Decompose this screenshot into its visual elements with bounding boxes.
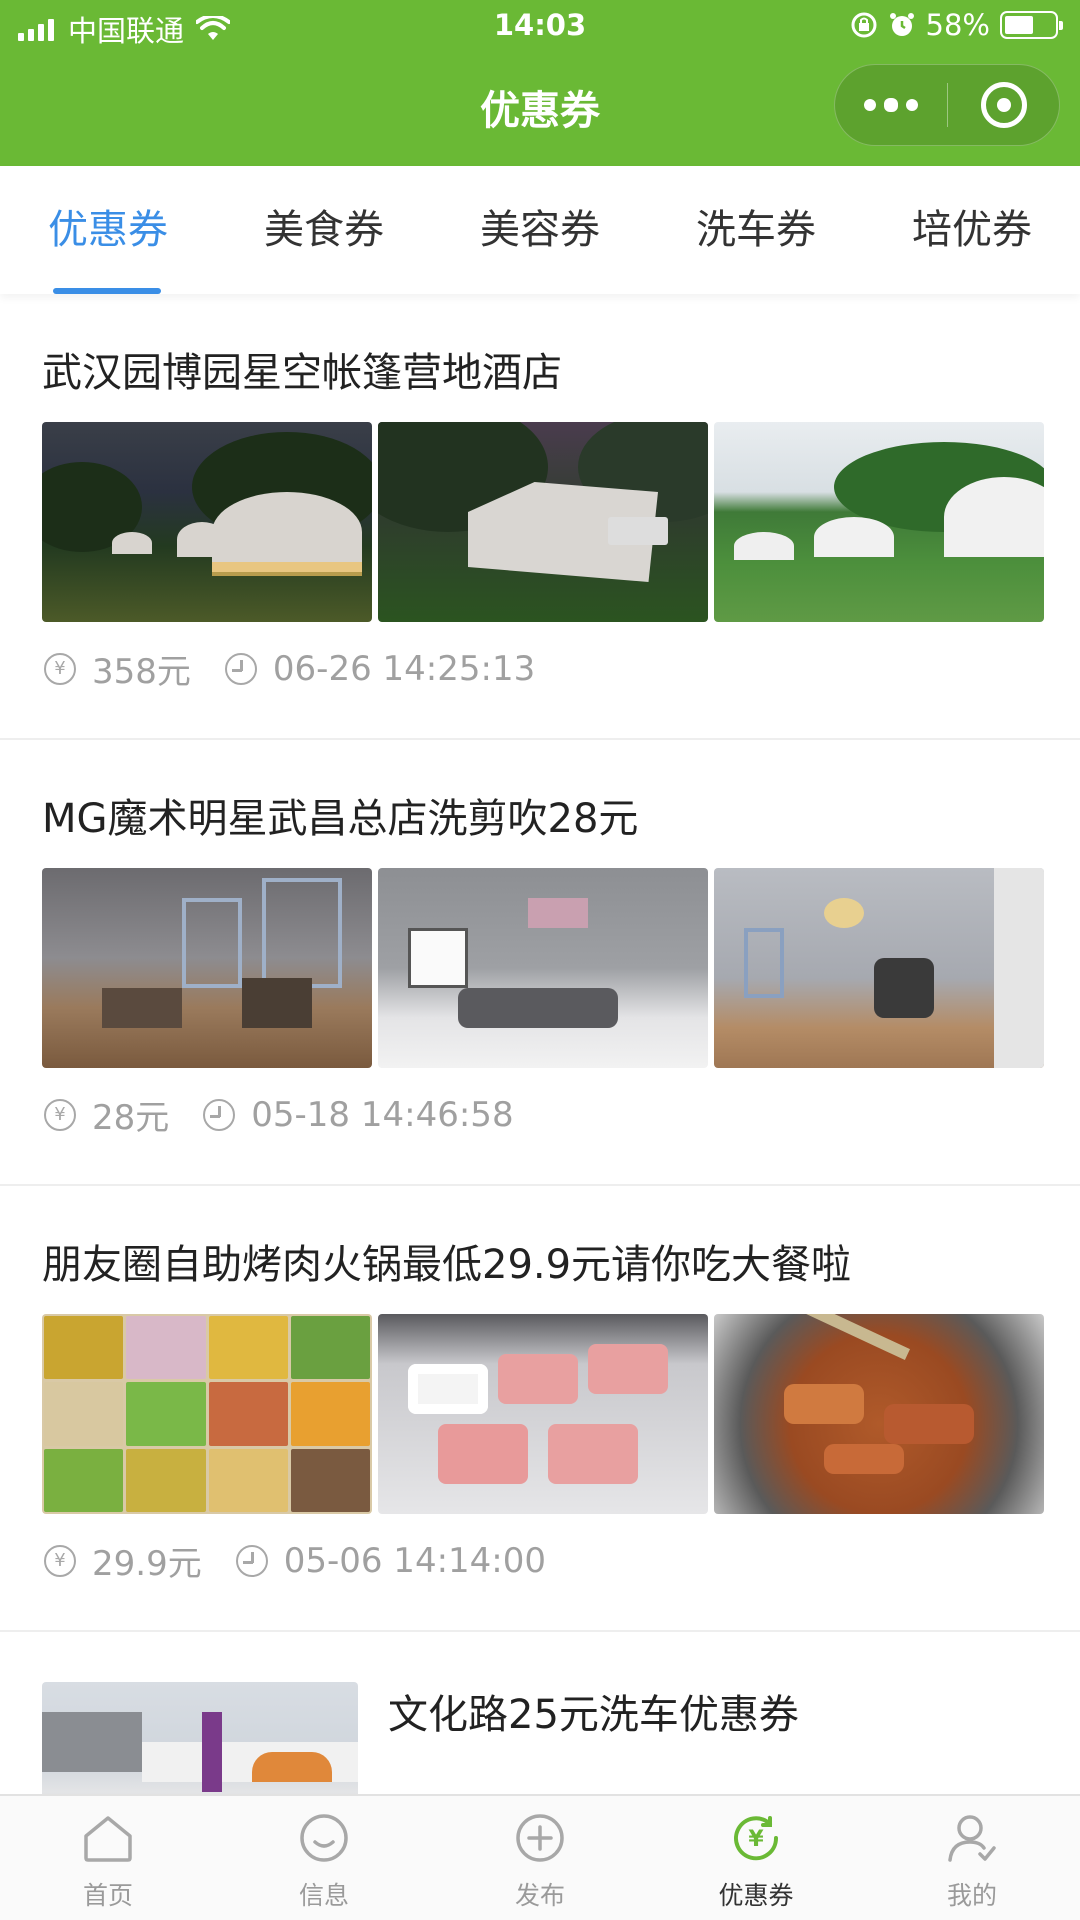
target-icon <box>980 82 1027 128</box>
post-meta: ¥ 28元 05-18 14:46:58 <box>44 1090 514 1139</box>
bottom-tab-publish[interactable]: 发布 <box>432 1796 648 1920</box>
yen-icon: ¥ <box>44 1098 76 1131</box>
status-bar: 中国联通 14:03 58% <box>0 0 1080 54</box>
category-tabs: 优惠券 美食券 美容券 洗车券 培优券 <box>0 166 1080 294</box>
coupon-post[interactable]: 文化路25元洗车优惠券 <box>0 1632 1080 1794</box>
post-image[interactable] <box>42 1314 372 1514</box>
post-price: 358元 <box>92 652 191 692</box>
publish-plus-icon <box>516 1814 564 1862</box>
battery-icon <box>1000 11 1063 39</box>
post-price: 28元 <box>92 1098 170 1138</box>
post-images <box>42 868 1044 1068</box>
tab-food[interactable]: 美食券 <box>216 166 432 294</box>
post-image[interactable] <box>378 868 708 1068</box>
post-title: 武汉园博园星空帐篷营地酒店 <box>42 350 562 396</box>
tab-label: 美容券 <box>480 207 600 253</box>
post-title: MG魔术明星武昌总店洗剪吹28元 <box>42 796 639 842</box>
post-price: 29.9元 <box>92 1544 202 1584</box>
rotation-lock-icon <box>851 12 877 38</box>
post-image[interactable] <box>378 1314 708 1514</box>
profile-icon <box>948 1815 996 1862</box>
post-title: 文化路25元洗车优惠券 <box>388 1692 799 1738</box>
post-images <box>42 1314 1044 1514</box>
coupon-post[interactable]: MG魔术明星武昌总店洗剪吹28元 ¥ 28元 05-18 14:46:58 <box>0 740 1080 1186</box>
post-time: 05-06 14:14:00 <box>283 1540 547 1581</box>
coupon-post[interactable]: 朋友圈自助烤肉火锅最低29.9元请你吃大餐啦 ¥ 29.9元 05-06 14:… <box>0 1186 1080 1632</box>
alarm-icon <box>889 13 914 36</box>
more-dots-icon[interactable] <box>835 64 947 146</box>
post-image[interactable] <box>42 1682 358 1794</box>
svg-text:¥: ¥ <box>748 1827 764 1852</box>
post-image[interactable] <box>714 1314 1044 1514</box>
close-miniprogram-button[interactable] <box>948 64 1059 146</box>
bottom-tab-label: 我的 <box>946 1881 997 1910</box>
bottom-tab-bar: 首页 信息 发布 ¥ 优惠券 我的 <box>0 1794 1080 1920</box>
yen-icon: ¥ <box>44 1544 76 1577</box>
post-image[interactable] <box>378 422 708 622</box>
tab-carwash[interactable]: 洗车券 <box>648 166 864 294</box>
app-header: 中国联通 14:03 58% 优惠券 <box>0 0 1080 166</box>
tab-label: 洗车券 <box>696 207 816 253</box>
status-right: 58% <box>850 8 1063 42</box>
clock-icon <box>224 652 257 685</box>
post-image[interactable] <box>714 868 1044 1068</box>
battery-percent: 58% <box>925 8 990 42</box>
post-image[interactable] <box>42 422 372 622</box>
clock-icon <box>203 1098 236 1131</box>
coupon-feed: 武汉园博园星空帐篷营地酒店 ¥ 358元 06-26 14:25:13 MG魔术… <box>0 294 1080 1794</box>
post-time: 06-26 14:25:13 <box>272 648 536 689</box>
tab-tutoring[interactable]: 培优券 <box>864 166 1080 294</box>
post-meta: ¥ 358元 06-26 14:25:13 <box>44 644 535 693</box>
bottom-tab-label: 首页 <box>82 1881 133 1910</box>
tab-coupons[interactable]: 优惠券 <box>0 166 216 294</box>
post-time: 05-18 14:46:58 <box>251 1094 514 1135</box>
tab-label: 优惠券 <box>48 207 168 253</box>
post-title: 朋友圈自助烤肉火锅最低29.9元请你吃大餐啦 <box>42 1242 852 1288</box>
bottom-tab-label: 发布 <box>514 1881 565 1910</box>
post-images <box>42 422 1044 622</box>
miniprogram-capsule <box>834 64 1060 146</box>
post-image[interactable] <box>42 868 372 1068</box>
bottom-tab-label: 信息 <box>298 1881 349 1910</box>
home-icon <box>84 1816 132 1862</box>
bottom-tab-profile[interactable]: 我的 <box>864 1796 1080 1920</box>
coupon-post[interactable]: 武汉园博园星空帐篷营地酒店 ¥ 358元 06-26 14:25:13 <box>0 294 1080 740</box>
post-meta: ¥ 29.9元 05-06 14:14:00 <box>44 1536 546 1585</box>
tab-label: 美食券 <box>264 207 384 253</box>
yen-icon: ¥ <box>44 652 76 685</box>
coupon-yen-icon: ¥ <box>734 1816 779 1861</box>
clock-icon <box>235 1544 268 1577</box>
battery-fill <box>1005 16 1033 34</box>
bottom-tab-home[interactable]: 首页 <box>0 1796 216 1920</box>
bottom-tab-messages[interactable]: 信息 <box>216 1796 432 1920</box>
bottom-tab-label: 优惠券 <box>718 1881 794 1910</box>
message-icon <box>300 1814 348 1862</box>
tab-beauty[interactable]: 美容券 <box>432 166 648 294</box>
tab-label: 培优券 <box>912 207 1032 253</box>
post-image[interactable] <box>714 422 1044 622</box>
bottom-tab-coupons[interactable]: ¥ 优惠券 <box>648 1796 864 1920</box>
